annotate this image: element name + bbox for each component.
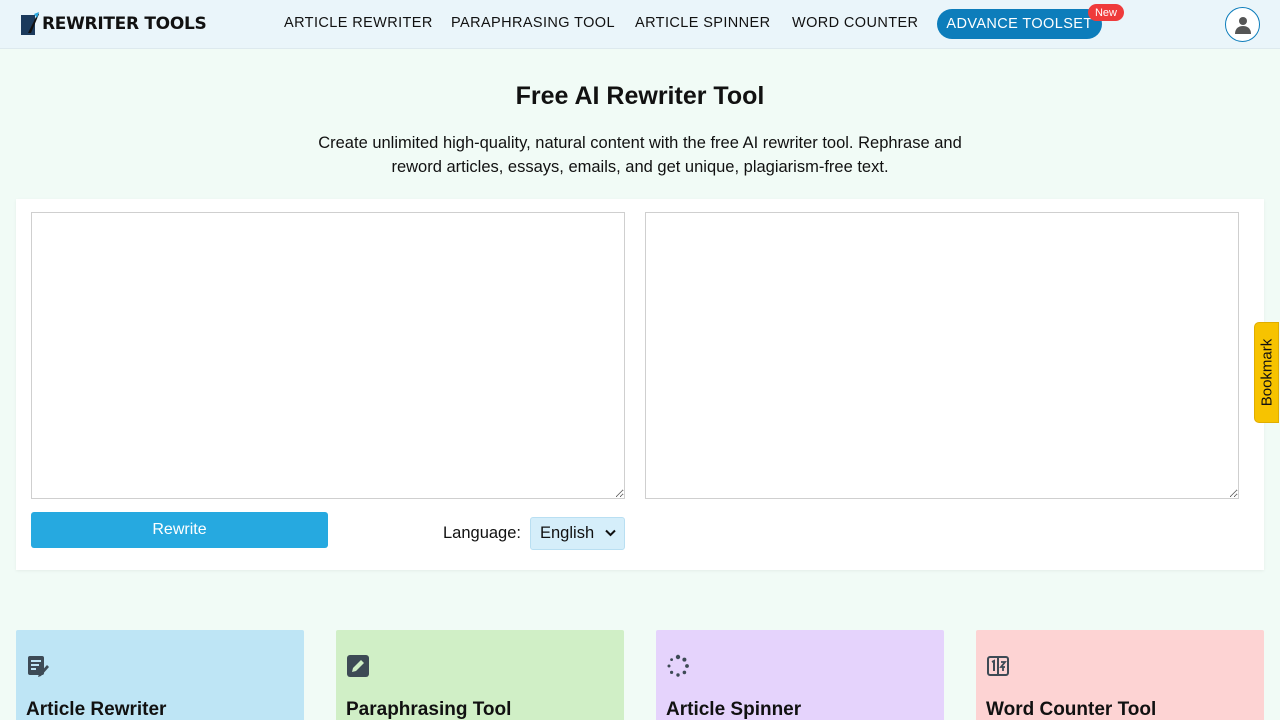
user-account-button[interactable] bbox=[1225, 7, 1260, 42]
bookmark-label: Bookmark bbox=[1258, 338, 1275, 407]
page-title: Free AI Rewriter Tool bbox=[515, 82, 765, 110]
logo-text: REWRITER TOOLS bbox=[42, 14, 207, 34]
new-badge: New bbox=[1088, 4, 1124, 21]
nav-article-spinner[interactable]: ARTICLE SPINNER bbox=[635, 15, 770, 31]
user-icon bbox=[1234, 16, 1251, 34]
language-label: Language: bbox=[443, 524, 521, 542]
rewrite-button[interactable]: Rewrite bbox=[31, 512, 328, 548]
output-textarea[interactable] bbox=[645, 212, 1239, 499]
nav-article-rewriter[interactable]: ARTICLE REWRITER bbox=[284, 15, 433, 31]
quill-logo-icon bbox=[21, 12, 39, 35]
page-subtitle: Create unlimited high-quality, natural c… bbox=[280, 131, 1000, 179]
card-paraphrasing-tool[interactable]: Paraphrasing Tool bbox=[336, 630, 624, 720]
input-textarea[interactable] bbox=[31, 212, 625, 499]
subtitle-line-1: Create unlimited high-quality, natural c… bbox=[318, 134, 962, 152]
card-title: Word Counter Tool bbox=[986, 699, 1157, 720]
language-selected-value: English bbox=[540, 524, 595, 542]
nav-paraphrasing-tool[interactable]: PARAPHRASING TOOL bbox=[451, 15, 615, 31]
subtitle-line-2: reword articles, essays, emails, and get… bbox=[391, 158, 889, 176]
pencil-icon bbox=[347, 655, 369, 677]
spinner-icon bbox=[667, 654, 689, 677]
advance-toolset-label: ADVANCE TOOLSET bbox=[946, 16, 1093, 32]
edit-note-icon bbox=[28, 656, 49, 677]
nav-word-counter[interactable]: WORD COUNTER bbox=[792, 15, 918, 31]
language-select[interactable]: English bbox=[530, 517, 625, 550]
chevron-down-icon bbox=[605, 529, 616, 537]
bookmark-tab[interactable]: Bookmark bbox=[1254, 322, 1279, 423]
card-title: Paraphrasing Tool bbox=[346, 699, 512, 720]
card-title: Article Rewriter bbox=[26, 699, 167, 720]
card-title: Article Spinner bbox=[666, 699, 802, 720]
rewriter-panel: Rewrite Language: English bbox=[16, 199, 1264, 570]
advance-toolset-button[interactable]: ADVANCE TOOLSET bbox=[937, 9, 1102, 39]
card-word-counter-tool[interactable]: Word Counter Tool bbox=[976, 630, 1264, 720]
logo[interactable]: REWRITER TOOLS bbox=[20, 10, 207, 38]
card-article-rewriter[interactable]: Article Rewriter bbox=[16, 630, 304, 720]
site-header: REWRITER TOOLS ARTICLE REWRITER PARAPHRA… bbox=[0, 0, 1280, 49]
card-article-spinner[interactable]: Article Spinner bbox=[656, 630, 944, 720]
counter-icon bbox=[987, 656, 1009, 676]
